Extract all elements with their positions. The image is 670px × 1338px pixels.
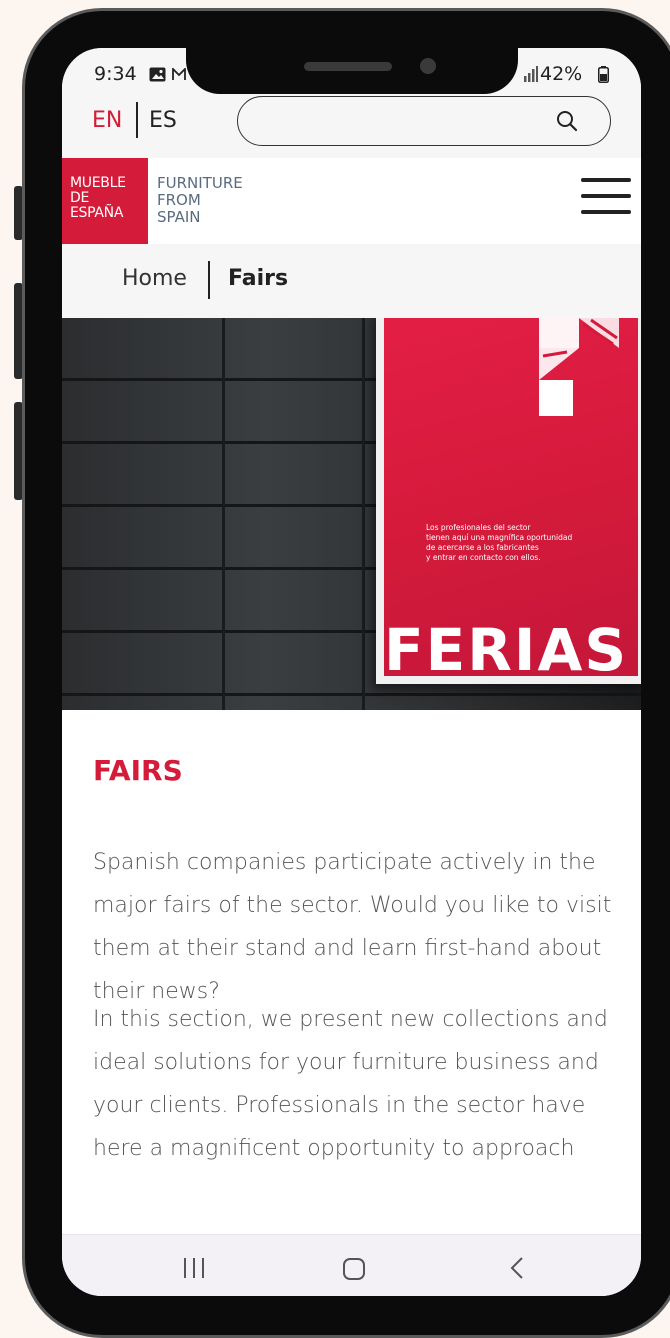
home-icon[interactable] (343, 1258, 365, 1280)
poster-caption-line: tienen aquí una magnífica oportunidad (426, 533, 573, 542)
hamburger-menu-icon[interactable] (581, 178, 631, 218)
poster-caption-line: Los profesionales del sector (426, 523, 531, 532)
tagline-line-3: SPAIN (157, 208, 201, 226)
brand-logo[interactable]: MUEBLE DE ESPAÑA (62, 158, 148, 244)
hero-wall-seam (222, 318, 225, 710)
battery-icon (598, 66, 609, 83)
language-es-link[interactable]: ES (149, 108, 177, 133)
poster-headline: FERIAS (384, 616, 629, 676)
site-header: MUEBLE DE ESPAÑA FURNITURE FROM SPAIN (62, 158, 641, 244)
poster-panel: Los profesionales del sector tienen aquí… (384, 318, 638, 676)
status-time: 9:34 (94, 63, 137, 85)
phone-notch (186, 48, 518, 94)
menu-bar-1 (581, 178, 631, 182)
brand-tagline: FURNITURE FROM SPAIN (157, 175, 243, 226)
language-search-row: EN ES (62, 96, 641, 158)
speaker-grille (304, 62, 392, 71)
signal-icon (524, 66, 538, 82)
language-en-link[interactable]: EN (92, 108, 122, 133)
hero-image: Los profesionales del sector tienen aquí… (62, 318, 641, 710)
tagline-line-1: FURNITURE (157, 174, 243, 192)
poster-caption-line: de acercarse a los fabricantes (426, 543, 539, 552)
battery-percentage: 42% (540, 63, 583, 85)
menu-bar-2 (581, 194, 631, 198)
breadcrumb-current: Fairs (228, 266, 289, 291)
breadcrumb-divider (208, 261, 210, 299)
gallery-icon (149, 67, 166, 82)
hero-poster: Los profesionales del sector tienen aquí… (376, 318, 641, 684)
system-nav-bar (62, 1234, 641, 1296)
hero-wall-seam (362, 318, 365, 710)
breadcrumb: Home Fairs (62, 244, 641, 318)
main-content: FAIRS Spanish companies participate acti… (62, 710, 641, 1234)
logo-line-2: DE (70, 190, 90, 206)
back-icon[interactable] (510, 1256, 524, 1280)
breadcrumb-home-link[interactable]: Home (122, 266, 187, 291)
logo-line-1: MUEBLE (70, 175, 126, 191)
search-icon[interactable] (555, 109, 579, 133)
poster-caption-line: y entrar en contacto con ellos. (426, 553, 541, 562)
poster-caption: Los profesionales del sector tienen aquí… (426, 523, 572, 563)
recents-icon[interactable] (182, 1257, 206, 1279)
tagline-line-2: FROM (157, 191, 201, 209)
page-title: FAIRS (93, 754, 183, 787)
language-divider (136, 102, 138, 138)
phone-screen: 9:34 42% EN ES MUEBLE DE ESPAÑA FURNITUR… (62, 48, 641, 1296)
body-paragraph: In this section, we present new collecti… (93, 1007, 608, 1161)
intro-paragraph: Spanish companies participate actively i… (93, 850, 612, 1004)
front-camera (420, 58, 436, 74)
logo-line-3: ESPAÑA (70, 205, 124, 221)
menu-bar-3 (581, 210, 631, 214)
mail-icon (172, 68, 186, 80)
poster-logo-icon (539, 318, 619, 416)
